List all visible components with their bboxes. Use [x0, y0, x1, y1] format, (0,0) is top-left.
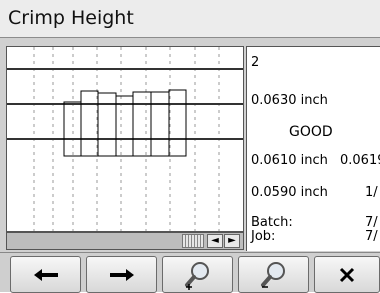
- bar-5: [132, 91, 152, 157]
- previous-button[interactable]: [10, 256, 81, 293]
- close-button[interactable]: [314, 256, 380, 293]
- title-bar: Crimp Height: [0, 0, 380, 38]
- status-text: GOOD: [289, 124, 333, 140]
- sample-count: 2: [251, 55, 260, 70]
- window-title: Crimp Height: [8, 7, 134, 29]
- scroll-right-button[interactable]: ►: [224, 234, 240, 248]
- lower-limit-value: 0.0590 inch: [251, 185, 328, 200]
- next-button[interactable]: [86, 256, 157, 293]
- bar-6: [150, 91, 170, 157]
- bottom-toolbar: [0, 252, 380, 293]
- bar-2: [80, 90, 99, 157]
- horizontal-scrollbar[interactable]: ◄ ►: [6, 232, 244, 250]
- lower-extra-value: 1/: [365, 185, 378, 200]
- batch-label: Batch:: [251, 215, 293, 230]
- batch-value: 7/: [365, 215, 378, 230]
- bar-7: [168, 89, 187, 157]
- crimp-chart: [6, 46, 244, 232]
- upper-limit-value: 0.0630 inch: [251, 93, 328, 108]
- scrollbar-thumb[interactable]: [182, 234, 204, 248]
- zoom-in-button[interactable]: [162, 256, 233, 293]
- job-value: 7/: [365, 229, 378, 244]
- close-icon: [339, 267, 355, 282]
- chart-plot: [7, 47, 243, 231]
- nominal-value: 0.0610 inch: [251, 153, 328, 168]
- scroll-left-button[interactable]: ◄: [207, 234, 223, 248]
- info-panel: 2 0.0630 inch GOOD 0.0610 inch 0.0619 0.…: [246, 46, 380, 251]
- bar-3: [97, 92, 117, 157]
- nominal-extra-value: 0.0619: [340, 153, 380, 168]
- arrow-left-icon: [33, 268, 58, 281]
- zoom-out-button[interactable]: [238, 256, 309, 293]
- zoom-in-icon: [184, 261, 209, 290]
- job-label: Job:: [251, 229, 276, 244]
- arrow-right-icon: [109, 268, 134, 281]
- zoom-out-icon: [260, 261, 285, 288]
